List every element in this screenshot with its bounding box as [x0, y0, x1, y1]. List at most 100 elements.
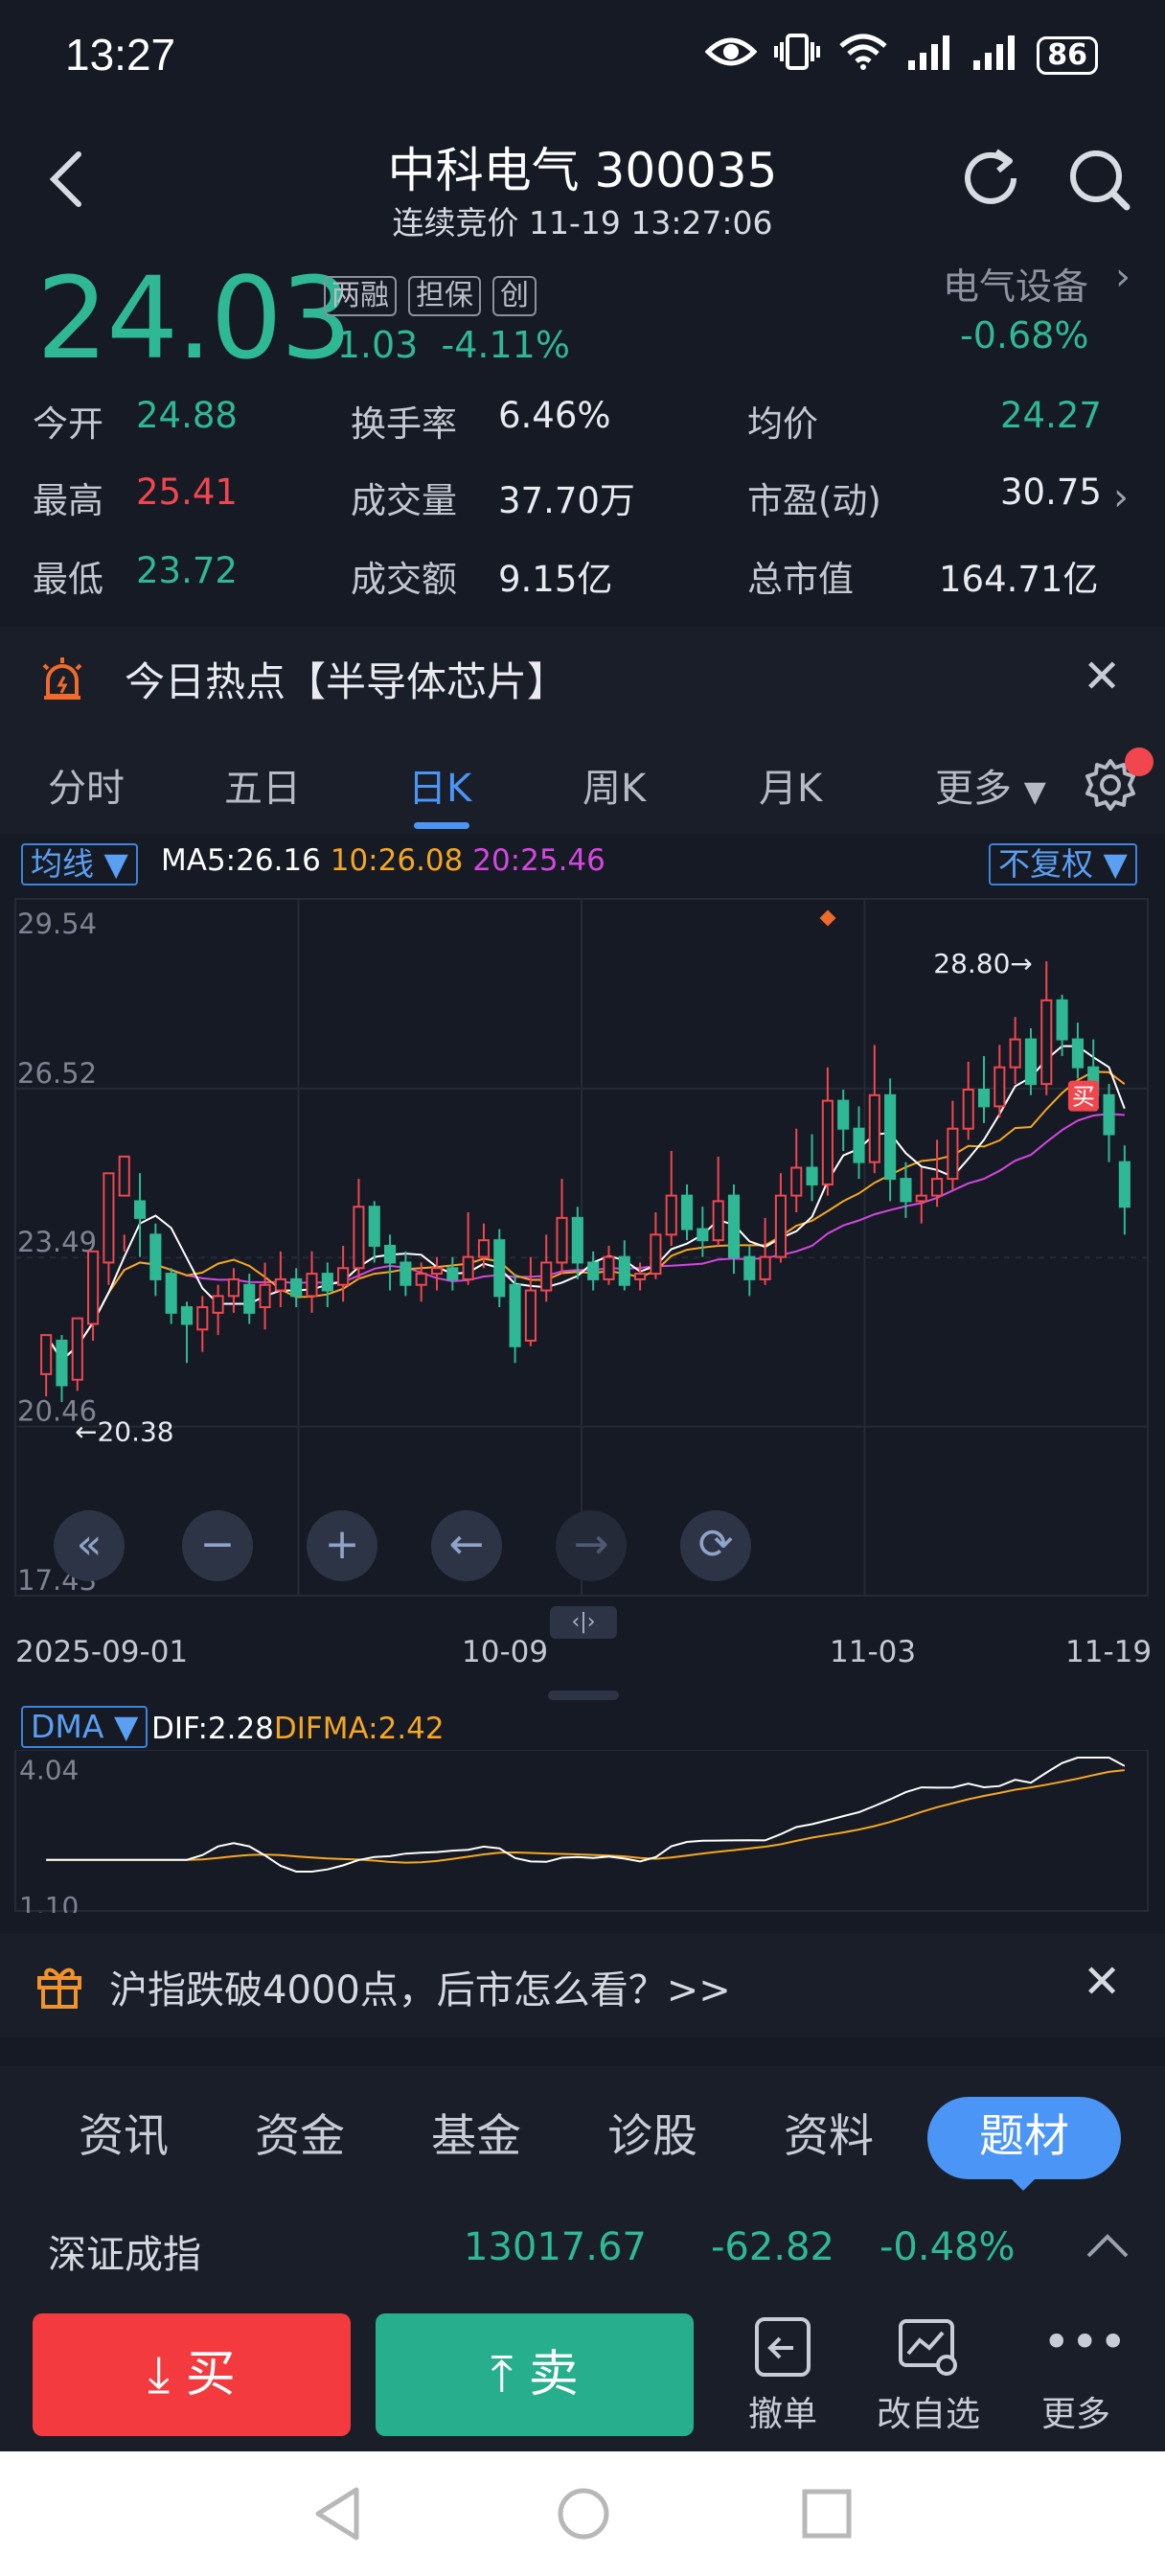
candle [650, 1212, 662, 1279]
sector-link[interactable]: 电气设备 [943, 257, 1088, 310]
zoom-in-button[interactable]: + [307, 1510, 377, 1581]
cancel-order-button[interactable]: 撤单 [720, 2313, 845, 2436]
candle [493, 1229, 506, 1308]
caret-down-icon: ▼ [1023, 775, 1046, 809]
candle-body [1024, 1038, 1038, 1086]
candle [618, 1240, 630, 1291]
nav-recents-icon[interactable] [801, 2488, 853, 2540]
caret-down-icon: ▼ [103, 845, 128, 883]
candle-body [665, 1194, 677, 1236]
sell-button[interactable]: ⤒ 卖 [376, 2313, 694, 2436]
event-marker[interactable] [819, 909, 836, 927]
candle [884, 1078, 897, 1202]
scroll-left-button[interactable]: ← [431, 1510, 502, 1581]
tab-five-day[interactable]: 五日 [224, 757, 301, 813]
tab-news[interactable]: 资讯 [79, 2099, 169, 2165]
candle [306, 1251, 318, 1313]
tab-themes[interactable]: 题材 [927, 2097, 1121, 2179]
edit-watchlist-button[interactable]: 改自选 [866, 2313, 991, 2436]
buy-marker-label: 买 [1072, 1084, 1095, 1111]
tab-mutual-funds[interactable]: 基金 [431, 2099, 521, 2165]
candle [821, 1067, 834, 1196]
pe-value: 30.75 [1000, 472, 1102, 513]
kline-chart[interactable]: 29.5426.5223.4920.4617.4328.80→←20.38买 [0, 891, 1165, 1600]
news-text: 沪指跌破4000点，后市怎么看？>> [109, 1968, 731, 2012]
scroll-right-button[interactable]: → [556, 1510, 627, 1581]
candle [556, 1179, 568, 1275]
arrow-right-icon: → [573, 1520, 609, 1569]
stock-tags: 两融 担保 创 [324, 276, 537, 316]
adjust-label: 不复权 [998, 845, 1093, 883]
tab-profile[interactable]: 资料 [784, 2099, 874, 2165]
candle-body [103, 1172, 115, 1264]
max-price-annotation: 28.80→ [933, 948, 1033, 979]
more-button[interactable]: ••• 更多 [1014, 2313, 1138, 2436]
tab-diagnosis[interactable]: 诊股 [607, 2099, 697, 2165]
nav-home-icon[interactable] [556, 2486, 611, 2542]
candle-body [290, 1277, 303, 1298]
sell-label: 卖 [528, 2346, 579, 2404]
low-label: 最低 [33, 559, 103, 600]
change-percent: -4.11% [441, 324, 570, 366]
candle [430, 1256, 444, 1291]
tab-daily-k[interactable]: 日K [408, 757, 471, 813]
candle-body [915, 1194, 927, 1203]
close-icon[interactable]: ✕ [1083, 650, 1121, 703]
x-label-end: 11-19 [1065, 1635, 1153, 1669]
jump-start-button[interactable]: « [54, 1510, 125, 1581]
y-tick-label: 23.49 [17, 1226, 97, 1258]
candle-body [118, 1155, 130, 1197]
nav-back-icon[interactable] [310, 2486, 364, 2542]
candle [1040, 961, 1053, 1095]
candle-body [149, 1233, 162, 1280]
range-handle[interactable]: ‹|› [550, 1606, 617, 1639]
candle [71, 1317, 83, 1392]
notification-dot [1125, 748, 1154, 776]
chevron-right-icon[interactable]: › [1115, 255, 1131, 299]
tab-more[interactable]: 更多 ▼ [935, 757, 1046, 813]
candle [915, 1167, 927, 1224]
candle [790, 1128, 803, 1213]
candle [712, 1156, 724, 1246]
dma-dropdown[interactable]: DMA ▼ [21, 1706, 148, 1748]
candle-body [790, 1166, 803, 1197]
candle [259, 1262, 271, 1330]
vibrate-icon [774, 33, 821, 78]
dif-value: DIF:2.28 [151, 1712, 274, 1746]
candle-body [165, 1273, 177, 1314]
news-banner[interactable]: 沪指跌破4000点，后市怎么看？>> ✕ [0, 1934, 1165, 2037]
candle-body [227, 1277, 240, 1298]
candle [212, 1284, 224, 1336]
candle [196, 1296, 209, 1352]
refresh-button[interactable] [958, 146, 1023, 211]
zoom-out-button[interactable]: − [182, 1510, 253, 1581]
refresh-icon [965, 149, 1017, 204]
cancel-order-icon [749, 2313, 816, 2380]
sell-arrow-icon: ⤒ [491, 2346, 514, 2404]
indicator-dropdown[interactable]: 均线 ▼ [21, 843, 138, 886]
candle [133, 1173, 147, 1257]
pane-divider-handle[interactable] [548, 1690, 619, 1700]
tab-weekly-k[interactable]: 周K [582, 757, 646, 813]
candle-body [430, 1267, 444, 1276]
candle-body [337, 1267, 350, 1286]
adjust-dropdown[interactable]: 不复权 ▼ [989, 843, 1137, 886]
candle [806, 1134, 818, 1202]
candle-body [477, 1239, 491, 1258]
rotate-button[interactable]: ⟳ [680, 1510, 751, 1581]
buy-button[interactable]: ⤓ 买 [33, 2313, 351, 2436]
tab-funds-flow[interactable]: 资金 [255, 2099, 345, 2165]
candle-body [774, 1194, 787, 1258]
chevron-right-icon[interactable]: › [1113, 475, 1129, 519]
tab-monthly-k[interactable]: 月K [759, 757, 822, 813]
chevron-up-icon[interactable] [1085, 2225, 1131, 2269]
search-button[interactable] [1065, 146, 1132, 213]
dma-chart[interactable]: 4.04 1.10 [0, 1750, 1165, 1913]
price-change: -1.03 -4.11% [324, 324, 570, 366]
high-value: 25.41 [136, 472, 238, 513]
hotspot-banner[interactable]: 今日热点【半导体芯片】 ✕ [0, 627, 1165, 730]
candle-body [540, 1261, 553, 1292]
close-icon[interactable]: ✕ [1083, 1955, 1121, 2009]
tab-intraday[interactable]: 分时 [48, 757, 125, 813]
ma10-value: 10:26.08 [330, 843, 464, 878]
